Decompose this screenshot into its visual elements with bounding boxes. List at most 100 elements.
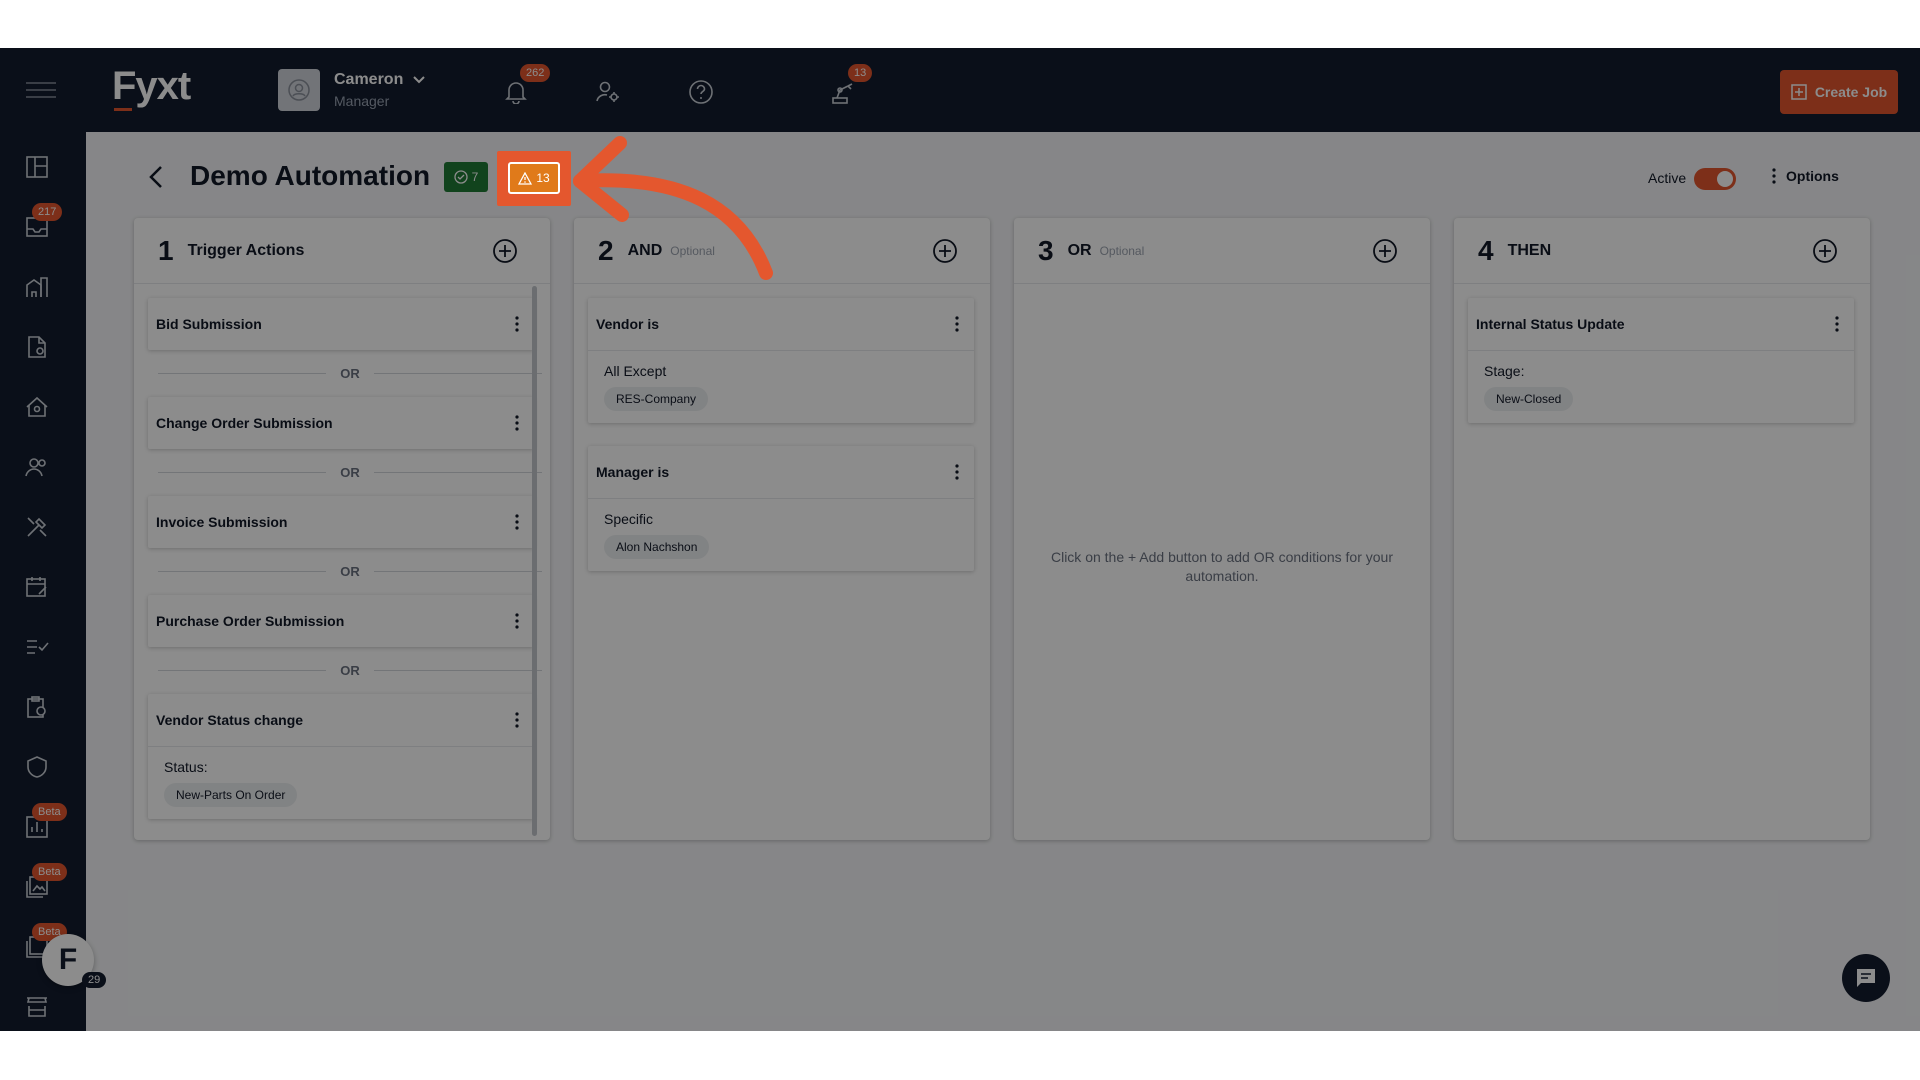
user-settings-button[interactable] xyxy=(592,76,624,108)
more-vertical-icon[interactable] xyxy=(514,514,520,530)
active-toggle[interactable] xyxy=(1694,168,1736,190)
valid-count: 7 xyxy=(471,170,479,184)
checklist-icon xyxy=(27,640,49,654)
or-separator: OR xyxy=(158,561,542,581)
store-nav[interactable] xyxy=(22,992,52,1022)
more-vertical-icon xyxy=(1772,168,1776,184)
compliance-nav[interactable] xyxy=(22,752,52,782)
warning-count-badge[interactable]: 13 xyxy=(508,162,560,194)
valid-count-badge[interactable]: 7 xyxy=(444,162,488,192)
app-logo: Fyxt xyxy=(112,64,191,108)
card-label: Stage: xyxy=(1484,363,1525,379)
chat-icon xyxy=(1857,969,1875,987)
add-circle-icon xyxy=(933,239,957,263)
more-vertical-icon[interactable] xyxy=(1834,316,1840,332)
card-title: Internal Status Update xyxy=(1476,316,1625,332)
more-vertical-icon[interactable] xyxy=(514,316,520,332)
clipboard-clock-icon xyxy=(27,696,46,718)
tasks-nav[interactable] xyxy=(22,632,52,662)
empty-state-message: Click on the + Add button to add OR cond… xyxy=(1050,549,1394,584)
notifications-badge: 262 xyxy=(520,64,551,82)
column-title: THEN xyxy=(1507,241,1552,259)
trigger-card[interactable]: Change Order Submission xyxy=(148,397,534,449)
dashboard-nav[interactable] xyxy=(22,152,52,182)
chevron-left-icon xyxy=(149,166,162,188)
shield-icon xyxy=(27,756,47,778)
more-vertical-icon[interactable] xyxy=(514,712,520,728)
or-separator: OR xyxy=(158,462,542,482)
properties-nav[interactable] xyxy=(22,272,52,302)
more-vertical-icon[interactable] xyxy=(954,316,960,332)
optional-label: Optional xyxy=(1099,243,1145,258)
more-vertical-icon[interactable] xyxy=(954,464,960,480)
or-label: OR xyxy=(340,563,360,579)
create-job-button[interactable]: Create Job xyxy=(1780,70,1898,114)
chevron-down-icon xyxy=(413,76,426,84)
add-circle-icon xyxy=(1813,239,1837,263)
reports-nav[interactable] xyxy=(22,692,52,722)
trigger-card[interactable]: Vendor Status change Status: New-Parts O… xyxy=(148,694,534,819)
bell-icon xyxy=(505,82,527,104)
user-name: Cameron xyxy=(334,71,404,88)
robot-arm-icon xyxy=(832,83,853,104)
column-title: Trigger Actions xyxy=(187,241,305,259)
or-column: 3 OR Optional Click on the + Add button … xyxy=(1014,218,1430,840)
card-label: All Except xyxy=(604,363,667,379)
tools-icon xyxy=(27,517,47,537)
menu-icon[interactable] xyxy=(26,82,56,100)
trigger-list-scrollbar[interactable] xyxy=(532,286,537,836)
add-circle-icon xyxy=(1373,239,1397,263)
action-card[interactable]: Internal Status Update Stage: New-Closed xyxy=(1468,298,1854,423)
or-label: OR xyxy=(340,662,360,678)
check-circle-icon xyxy=(454,170,468,184)
more-vertical-icon[interactable] xyxy=(514,613,520,629)
vendors-nav[interactable] xyxy=(22,512,52,542)
more-vertical-icon[interactable] xyxy=(514,415,520,431)
toggle-knob xyxy=(1717,171,1733,187)
page-title: Demo Automation xyxy=(190,160,431,191)
contacts-nav[interactable] xyxy=(22,452,52,482)
card-title: Bid Submission xyxy=(156,316,262,332)
user-menu[interactable]: Cameron Manager xyxy=(278,66,426,114)
tenants-nav[interactable] xyxy=(22,392,52,422)
column-number: 4 xyxy=(1478,234,1494,266)
schedule-nav[interactable] xyxy=(22,572,52,602)
add-trigger-button[interactable] xyxy=(492,238,518,264)
documents-nav[interactable] xyxy=(22,332,52,362)
top-bar: Fyxt Cameron Manager 262 13 Create Job xyxy=(0,48,1920,132)
logo-accent xyxy=(114,108,132,111)
value-chip: Alon Nachshon xyxy=(604,535,710,559)
trigger-card[interactable]: Invoice Submission xyxy=(148,496,534,548)
warning-icon xyxy=(518,171,533,185)
trigger-card[interactable]: Purchase Order Submission xyxy=(148,595,534,647)
card-title: Manager is xyxy=(596,464,670,480)
condition-card[interactable]: Vendor is All Except RES-Company xyxy=(588,298,974,423)
condition-card[interactable]: Manager is Specific Alon Nachshon xyxy=(588,446,974,571)
and-column: 2 AND Optional Vendor is All Except RES-… xyxy=(574,218,990,840)
add-box-icon xyxy=(1791,84,1807,100)
user-role: Manager xyxy=(334,93,390,109)
callout-arrow-icon xyxy=(573,136,773,280)
user-avatar-icon xyxy=(288,79,310,101)
chat-button[interactable] xyxy=(1842,954,1890,1002)
options-button[interactable]: Options xyxy=(1772,168,1839,184)
fyxt-count-badge: 29 xyxy=(82,972,107,988)
beta-badge: Beta xyxy=(32,863,67,881)
options-label: Options xyxy=(1786,168,1839,184)
column-number: 1 xyxy=(158,234,174,266)
inbox-badge: 217 xyxy=(32,203,63,221)
active-label: Active xyxy=(1648,170,1687,186)
value-chip: New-Closed xyxy=(1484,387,1574,411)
card-title: Change Order Submission xyxy=(156,415,333,431)
card-title: Purchase Order Submission xyxy=(156,613,345,629)
help-icon xyxy=(689,80,713,104)
add-or-button[interactable] xyxy=(1372,238,1398,264)
user-gear-icon xyxy=(596,81,619,102)
trigger-card[interactable]: Bid Submission xyxy=(148,298,534,350)
add-and-button[interactable] xyxy=(932,238,958,264)
add-then-button[interactable] xyxy=(1812,238,1838,264)
help-button[interactable] xyxy=(685,76,717,108)
beta-badge: Beta xyxy=(32,803,67,821)
card-title: Vendor is xyxy=(596,316,660,332)
back-button[interactable] xyxy=(144,164,170,190)
